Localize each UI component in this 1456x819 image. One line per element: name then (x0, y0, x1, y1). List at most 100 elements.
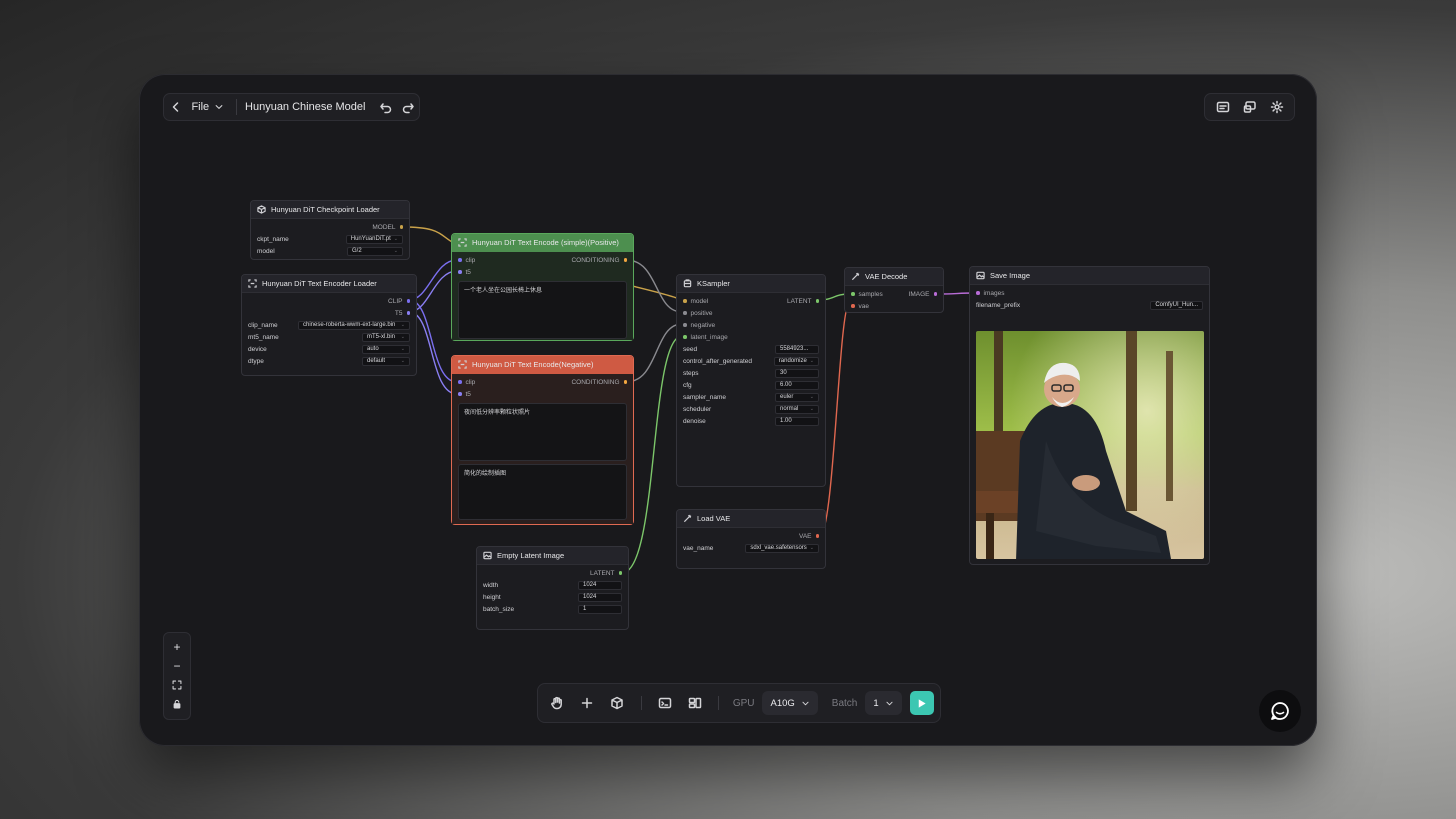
dtype-select[interactable]: default ⌄ (362, 356, 410, 366)
node-header[interactable]: Hunyuan DiT Text Encoder Loader (242, 275, 416, 293)
output-dot[interactable] (399, 225, 403, 229)
device-select[interactable]: auto ⌄ (362, 344, 410, 354)
mt5-name-select[interactable]: mT5-xl.bin ⌄ (362, 332, 410, 342)
layout-button[interactable] (682, 689, 708, 717)
input-dot[interactable] (851, 304, 855, 308)
lock-button[interactable] (169, 699, 185, 711)
node-checkpoint-loader[interactable]: Hunyuan DiT Checkpoint Loader MODEL ckpt… (250, 200, 410, 260)
node-text-encoder-loader[interactable]: Hunyuan DiT Text Encoder Loader CLIP T5 … (241, 274, 417, 376)
input-dot[interactable] (683, 323, 687, 327)
add-node-button[interactable] (574, 689, 600, 717)
undo-button[interactable] (375, 94, 397, 120)
batch-select[interactable]: 1 (865, 691, 902, 715)
width-input[interactable]: 1024 (578, 580, 622, 590)
input-vae[interactable]: vae (851, 303, 869, 310)
denoise-input[interactable]: 1.00 (775, 416, 819, 426)
input-t5[interactable]: t5 (458, 391, 471, 398)
output-dot[interactable] (815, 299, 819, 303)
negative-prompt-textarea-2[interactable]: 简化的绘制插图 (458, 464, 627, 520)
output-dot[interactable] (623, 380, 627, 384)
models-button[interactable] (604, 689, 630, 717)
input-dot[interactable] (683, 311, 687, 315)
output-vae[interactable]: VAE (799, 533, 819, 540)
input-dot[interactable] (851, 292, 855, 296)
workflow-title[interactable]: Hunyuan Chinese Model (245, 101, 365, 113)
output-latent[interactable]: LATENT (787, 298, 819, 305)
zoom-out-button[interactable]: − (169, 660, 185, 672)
output-dot[interactable] (815, 534, 819, 538)
ckpt-name-select[interactable]: HunYuanDiT.pt ⌄ (345, 234, 403, 244)
back-button[interactable] (164, 94, 187, 120)
input-clip[interactable]: clip (458, 379, 475, 386)
output-dot[interactable] (406, 311, 410, 315)
node-load-vae[interactable]: Load VAE VAE vae_name sdxl_vae.safetensor… (676, 509, 826, 569)
steps-input[interactable]: 30 (775, 368, 819, 378)
queue-button[interactable] (1238, 94, 1262, 120)
output-latent[interactable]: LATENT (590, 570, 622, 577)
panel-button[interactable] (1211, 94, 1235, 120)
input-negative[interactable]: negative (683, 322, 715, 329)
negative-prompt-textarea[interactable]: 夜间低分辨率颗粒状照片 (458, 403, 627, 461)
input-dot[interactable] (458, 258, 462, 262)
output-conditioning[interactable]: CONDITIONING (571, 379, 627, 386)
output-dot[interactable] (623, 258, 627, 262)
gpu-select[interactable]: A10G (762, 691, 818, 715)
output-dot[interactable] (618, 571, 622, 575)
output-t5[interactable]: T5 (395, 310, 410, 317)
chat-support-button[interactable] (1259, 690, 1301, 732)
redo-button[interactable] (397, 94, 419, 120)
output-image[interactable]: IMAGE (909, 291, 937, 298)
cfg-input[interactable]: 6.00 (775, 380, 819, 390)
input-t5[interactable]: t5 (458, 269, 471, 276)
output-clip[interactable]: CLIP (388, 298, 410, 305)
input-positive[interactable]: positive (683, 310, 713, 317)
node-header[interactable]: Hunyuan DiT Checkpoint Loader (251, 201, 409, 219)
terminal-button[interactable] (652, 689, 678, 717)
run-button[interactable] (909, 691, 934, 715)
node-header[interactable]: VAE Decode (845, 268, 943, 286)
prompt-textarea[interactable]: 一个老人坐在公园长椅上休息 (458, 281, 627, 339)
node-text-encode-positive[interactable]: Hunyuan DiT Text Encode (simple)(Positiv… (451, 233, 634, 341)
fit-view-button[interactable] (169, 680, 185, 692)
output-model[interactable]: MODEL (372, 224, 403, 231)
node-header[interactable]: Hunyuan DiT Text Encode (simple)(Positiv… (452, 234, 633, 252)
input-model[interactable]: model (683, 298, 708, 305)
node-header[interactable]: Hunyuan DiT Text Encode(Negative) (452, 356, 633, 374)
control-select[interactable]: randomize ⌄ (773, 356, 819, 366)
filename-prefix-input[interactable]: ComfyUI_Hun... (1150, 300, 1203, 310)
generated-image-preview[interactable] (976, 331, 1204, 559)
input-dot[interactable] (458, 392, 462, 396)
settings-button[interactable] (1265, 94, 1289, 120)
clip-name-select[interactable]: chinese-roberta-wwm-ext-large.bin ⌄ (298, 320, 410, 330)
node-header[interactable]: Empty Latent Image (477, 547, 628, 565)
sampler-select[interactable]: euler ⌄ (775, 392, 819, 402)
node-ksampler[interactable]: KSampler model LATENT positive negative … (676, 274, 826, 487)
pan-tool-button[interactable] (544, 689, 570, 717)
input-dot[interactable] (976, 291, 980, 295)
input-dot[interactable] (458, 270, 462, 274)
scheduler-select[interactable]: normal ⌄ (775, 404, 819, 414)
node-text-encode-negative[interactable]: Hunyuan DiT Text Encode(Negative) clip C… (451, 355, 634, 525)
output-dot[interactable] (406, 299, 410, 303)
seed-input[interactable]: 5584923... (775, 344, 819, 354)
node-empty-latent-image[interactable]: Empty Latent Image LATENT width 1024 heig… (476, 546, 629, 630)
input-dot[interactable] (683, 299, 687, 303)
output-conditioning[interactable]: CONDITIONING (571, 257, 627, 264)
node-header[interactable]: Save Image (970, 267, 1209, 285)
output-dot[interactable] (933, 292, 937, 296)
node-header[interactable]: KSampler (677, 275, 825, 293)
file-menu-button[interactable]: File (187, 94, 228, 120)
batch-size-input[interactable]: 1 (578, 604, 622, 614)
input-clip[interactable]: clip (458, 257, 475, 264)
input-dot[interactable] (458, 380, 462, 384)
input-images[interactable]: images (976, 290, 1004, 297)
node-vae-decode[interactable]: VAE Decode samples IMAGE vae (844, 267, 944, 313)
height-input[interactable]: 1024 (578, 592, 622, 602)
model-select[interactable]: G/2 ⌄ (347, 246, 403, 256)
node-save-image[interactable]: Save Image images filename_prefix ComfyUI… (969, 266, 1210, 565)
vae-name-select[interactable]: sdxl_vae.safetensors ⌄ (745, 543, 819, 553)
input-latent-image[interactable]: latent_image (683, 334, 728, 341)
node-header[interactable]: Load VAE (677, 510, 825, 528)
zoom-in-button[interactable]: + (169, 641, 185, 653)
input-samples[interactable]: samples (851, 291, 883, 298)
